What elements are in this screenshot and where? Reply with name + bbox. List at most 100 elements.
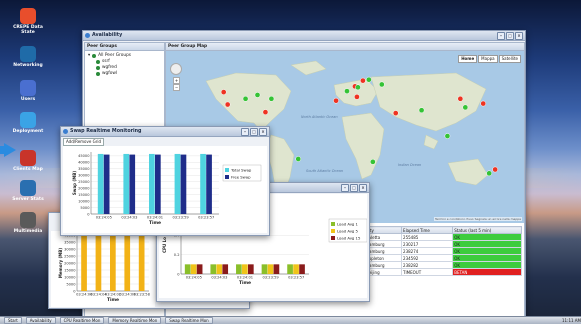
map-marker[interactable] <box>457 95 464 102</box>
swap-chart: 0 5000 10000 15000 20000 25000 30000 35000 40000… <box>63 146 267 233</box>
app-icon <box>20 80 36 96</box>
legend-label: Load Avg 15 <box>337 236 361 241</box>
maximize-button[interactable]: □ <box>350 184 358 192</box>
table-cell-status: OK <box>452 261 522 269</box>
close-button[interactable]: × <box>259 128 267 136</box>
zoom-out-button[interactable]: − <box>173 84 180 91</box>
bar <box>180 154 187 214</box>
column-header[interactable]: City <box>363 226 403 234</box>
table-row[interactable]: Hamburg 238282 OK <box>363 261 522 269</box>
minimize-button[interactable]: – <box>241 128 249 136</box>
bar <box>236 264 242 274</box>
y-tick-label: 0 <box>87 212 90 216</box>
map-marker[interactable] <box>492 166 499 173</box>
map-marker[interactable] <box>360 77 366 84</box>
app-icon <box>20 112 36 128</box>
table-cell-city: Saletta <box>363 233 403 241</box>
expand-icon[interactable]: ▾ <box>88 53 90 59</box>
bar <box>81 235 87 291</box>
desktop-icon[interactable]: Multimedia <box>10 212 46 234</box>
tree-item[interactable]: wgfowl <box>88 71 161 77</box>
table-cell-elapsed: 255485 <box>401 233 454 241</box>
desktop-icon[interactable]: Users <box>10 80 46 102</box>
table-row[interactable]: Saletta 255485 OK <box>363 233 522 241</box>
map-footer: Termini e condizioni d'uso Segnala un er… <box>433 217 522 221</box>
app-icon <box>20 8 36 24</box>
bar <box>190 264 197 274</box>
desktop-icon-label: CREPE Data State <box>13 25 43 35</box>
map-marker[interactable] <box>333 97 339 104</box>
table-cell-status: OK <box>452 233 522 241</box>
peer-icon <box>96 72 100 76</box>
table-row[interactable]: Beijing TIMEOUT BETAN <box>363 268 522 276</box>
table-row[interactable]: Appleton 234592 OK <box>363 254 522 262</box>
map-marker[interactable] <box>392 110 399 116</box>
bar <box>273 264 280 274</box>
map-marker[interactable] <box>254 92 261 98</box>
swap-titlebar[interactable]: Swap Realtime Monitoring – □ × <box>61 127 269 137</box>
map-title: Peer Group Map <box>166 43 524 51</box>
map-marker[interactable] <box>268 95 275 102</box>
y-tick-label: 35000 <box>78 167 90 171</box>
map-marker[interactable] <box>480 100 487 107</box>
x-tick-label: 03:24:05 <box>96 216 112 220</box>
maximize-button[interactable]: □ <box>506 32 514 40</box>
table-header-row: City Elapsed Time Status (last 5 min) <box>363 226 522 234</box>
map-marker[interactable] <box>418 107 425 114</box>
y-tick-label: 25000 <box>64 254 76 258</box>
column-header[interactable]: Elapsed Time <box>401 226 454 234</box>
map-marker[interactable] <box>354 94 360 100</box>
bar <box>110 235 116 291</box>
map-marker[interactable] <box>369 158 376 165</box>
desktop-icon[interactable]: Networking <box>10 46 46 68</box>
map-map-button[interactable]: Mappa <box>478 55 498 63</box>
maximize-button[interactable]: □ <box>250 128 258 136</box>
x-axis-label: Time <box>239 280 251 286</box>
legend-label: Free Swap <box>231 175 251 180</box>
pointer-arrow-icon <box>4 143 16 157</box>
availability-titlebar[interactable]: Availability – □ × <box>83 31 525 41</box>
desktop-icon[interactable]: Server Stats <box>10 180 46 202</box>
y-tick-label: 40000 <box>78 161 90 165</box>
map-marker[interactable] <box>242 95 249 102</box>
table-cell-status: OK <box>452 254 522 262</box>
table-row[interactable]: Hamburg 230217 OK <box>363 240 522 248</box>
map-home-button[interactable]: Home <box>458 55 478 63</box>
x-tick-label: 03:23:57 <box>288 276 304 280</box>
legend-swatch <box>331 229 335 233</box>
zoom-in-button[interactable]: + <box>173 77 180 84</box>
swap-chart-svg: 0 5000 10000 15000 20000 25000 30000 35000 40000… <box>72 152 262 226</box>
minimize-button[interactable]: – <box>497 32 505 40</box>
close-button[interactable]: × <box>359 184 367 192</box>
minimize-button[interactable]: – <box>341 184 349 192</box>
close-button[interactable]: × <box>515 32 523 40</box>
add-remove-grid-button[interactable]: Add/Remove Grid <box>63 138 104 146</box>
bar <box>216 264 223 274</box>
x-tick-label: 03:23:59 <box>173 216 190 220</box>
map-marker[interactable] <box>344 88 350 94</box>
bar <box>196 264 203 274</box>
y-tick-label: 20000 <box>64 261 76 265</box>
pan-control-icon[interactable] <box>170 63 182 75</box>
desktop-icon-label: Deployment <box>12 129 44 134</box>
column-header[interactable]: Status (last 5 min) <box>452 226 522 234</box>
map-satellite-button[interactable]: Satellite <box>498 55 521 63</box>
map-marker[interactable] <box>355 84 361 91</box>
map-marker[interactable] <box>378 81 385 88</box>
swap-monitor-window[interactable]: Swap Realtime Monitoring – □ × Add/Remov… <box>60 126 270 236</box>
y-tick-label: 15000 <box>64 268 76 272</box>
map-marker[interactable] <box>444 133 451 139</box>
y-tick-label: 5000 <box>80 206 90 210</box>
map-marker[interactable] <box>295 156 302 162</box>
desktop-icon[interactable]: Deployment <box>10 112 46 134</box>
map-marker[interactable] <box>486 170 493 177</box>
desktop-icon-label: Clients Map <box>13 167 43 172</box>
map-marker[interactable] <box>224 101 231 108</box>
desktop-icon[interactable]: CREPE Data State <box>10 8 46 35</box>
bar <box>184 264 191 274</box>
map-marker[interactable] <box>262 109 269 116</box>
map-marker[interactable] <box>462 104 469 111</box>
table-row[interactable]: Hamburg 238274 OK <box>363 247 522 255</box>
map-marker[interactable] <box>220 89 227 95</box>
map-marker[interactable] <box>366 76 372 83</box>
